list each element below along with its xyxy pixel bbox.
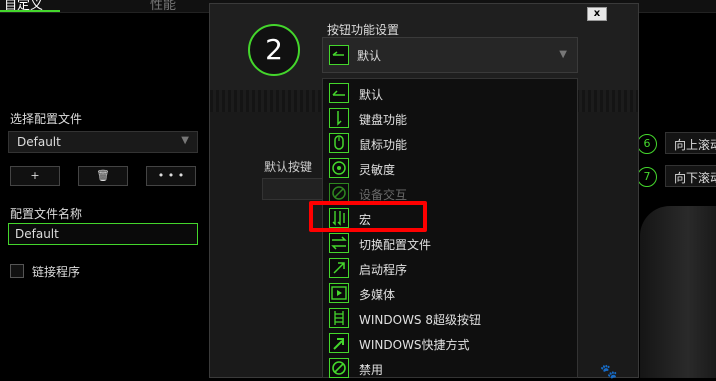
default-icon <box>329 45 349 65</box>
default-key-label: 默认按键 <box>264 160 313 174</box>
menu-item-label: 默认 <box>359 88 384 102</box>
tab-performance[interactable]: 性能 <box>150 0 176 13</box>
link-program-label: 链接程序 <box>32 265 81 279</box>
menu-item-label: 键盘功能 <box>359 113 408 127</box>
profile-name-label: 配置文件名称 <box>10 207 83 221</box>
switch-profile-icon <box>329 233 349 253</box>
close-button[interactable]: x <box>587 7 607 21</box>
keyboard-icon <box>329 108 349 128</box>
menu-item-label: 灵敏度 <box>359 163 396 177</box>
menu-item-sensitivity[interactable]: 灵敏度 <box>323 156 577 181</box>
menu-item-windows8-charms[interactable]: WINDOWS 8超级按钮 <box>323 306 577 331</box>
menu-item-label: 鼠标功能 <box>359 138 408 152</box>
sensitivity-icon <box>329 158 349 178</box>
menu-item-multimedia[interactable]: 多媒体 <box>323 281 577 306</box>
select-profile-label: 选择配置文件 <box>10 112 83 126</box>
scroll-up-button[interactable]: 向上滚动 <box>665 132 716 154</box>
menu-item-launch-program[interactable]: 启动程序 <box>323 256 577 281</box>
menu-item-switch-profile[interactable]: 切换配置文件 <box>323 231 577 256</box>
menu-item-label: 多媒体 <box>359 288 396 302</box>
add-profile-button[interactable]: + <box>10 166 60 186</box>
disable-icon <box>329 358 349 378</box>
menu-item-label: 启动程序 <box>359 263 408 277</box>
button-number-7: 7 <box>637 167 657 187</box>
default-key-field <box>262 178 324 200</box>
chevron-down-icon: ▼ <box>559 49 567 60</box>
default-icon <box>329 83 349 103</box>
active-tab-indicator <box>0 10 60 12</box>
trash-icon: 🗑 <box>96 169 110 182</box>
function-select[interactable]: 默认 ▼ <box>322 37 578 73</box>
more-options-button[interactable]: • • • <box>146 166 196 186</box>
menu-item-mouse[interactable]: 鼠标功能 <box>323 131 577 156</box>
section-title: 按钮功能设置 <box>327 23 400 37</box>
menu-item-keyboard[interactable]: 键盘功能 <box>323 106 577 131</box>
chevron-down-icon: ▼ <box>181 135 189 146</box>
step-number-badge: 2 <box>248 24 300 76</box>
menu-item-label: WINDOWS 8超级按钮 <box>359 313 481 327</box>
profile-dropdown[interactable]: Default ▼ <box>8 131 198 153</box>
macro-highlight-box <box>309 201 427 232</box>
menu-item-default[interactable]: 默认 <box>323 81 577 106</box>
profile-dropdown-value: Default <box>17 135 61 149</box>
inter-device-icon <box>329 183 349 203</box>
launch-program-icon <box>329 258 349 278</box>
windows8-charms-icon <box>329 308 349 328</box>
profile-name-input[interactable]: Default <box>8 223 198 245</box>
mouse-icon <box>329 133 349 153</box>
delete-profile-button[interactable]: 🗑 <box>78 166 128 186</box>
menu-item-label: 切换配置文件 <box>359 238 432 252</box>
menu-item-windows-shortcut[interactable]: WINDOWS快捷方式 <box>323 331 577 356</box>
menu-item-label: WINDOWS快捷方式 <box>359 338 470 352</box>
windows-shortcut-icon <box>329 333 349 353</box>
menu-item-label: 禁用 <box>359 363 384 377</box>
menu-item-disable[interactable]: 禁用 <box>323 356 577 381</box>
mouse-image <box>640 206 716 378</box>
scroll-down-button[interactable]: 向下滚动 <box>665 165 716 187</box>
button-number-6: 6 <box>637 134 657 154</box>
selected-function-label: 默认 <box>357 49 382 63</box>
link-program-checkbox[interactable] <box>10 264 24 278</box>
multimedia-icon <box>329 283 349 303</box>
